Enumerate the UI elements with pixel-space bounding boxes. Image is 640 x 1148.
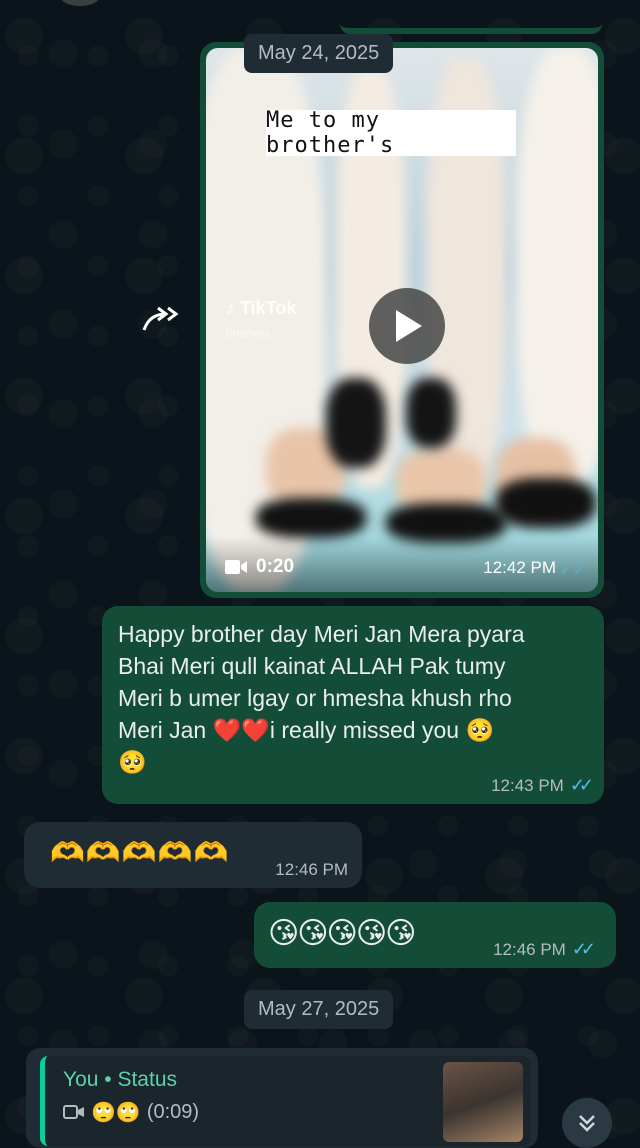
- date-separator: May 27, 2025: [244, 990, 394, 1029]
- video-duration: 0:20: [224, 556, 294, 578]
- message-text: 😘😘😘😘😘: [268, 916, 416, 951]
- heart-emoji: ❤️❤️: [212, 718, 270, 744]
- status-quote[interactable]: You • Status 🙄🙄 (0:09): [40, 1056, 531, 1146]
- forward-icon[interactable]: [138, 300, 182, 340]
- video-thumbnail[interactable]: Me to my brother's ♪ TikTok brothers 0:2…: [206, 48, 598, 592]
- message-meta: 12:43 PM ✓✓: [491, 775, 594, 796]
- message-timestamp: 12:43 PM: [491, 775, 564, 795]
- status-reply-bubble[interactable]: You • Status 🙄🙄 (0:09): [26, 1048, 538, 1148]
- message-timestamp: 12:46 PM: [275, 860, 348, 879]
- outgoing-message-bubble[interactable]: 😘😘😘😘😘 12:46 PM ✓✓: [254, 902, 616, 968]
- tiktok-watermark-sub: brothers: [226, 326, 271, 340]
- tiktok-note-icon: ♪: [226, 298, 235, 318]
- date-separator: May 24, 2025: [244, 34, 394, 73]
- message-meta: 12:46 PM ✓✓: [493, 939, 596, 960]
- status-quote-details: 🙄🙄 (0:09): [63, 1100, 199, 1124]
- video-message-bubble[interactable]: Me to my brother's ♪ TikTok brothers 0:2…: [200, 42, 604, 598]
- double-check-icon: ✓✓: [559, 562, 586, 579]
- video-camera-icon: [225, 560, 247, 574]
- outgoing-message-bubble[interactable]: Happy brother day Meri Jan Mera pyara Bh…: [102, 606, 604, 804]
- scroll-to-bottom-button[interactable]: [562, 1098, 612, 1148]
- double-check-icon: ✓✓: [571, 939, 596, 959]
- incoming-message-bubble[interactable]: 🫶🫶🫶🫶🫶 12:46 PM: [24, 822, 362, 888]
- chevron-double-down-icon: [579, 1115, 595, 1132]
- double-check-icon: ✓✓: [569, 775, 594, 795]
- video-camera-icon: [63, 1105, 84, 1119]
- status-quote-title: You • Status: [63, 1068, 177, 1091]
- video-timestamp: 12:42 PM: [483, 558, 556, 577]
- message-text: Happy brother day Meri Jan Mera pyara Bh…: [118, 621, 525, 776]
- video-caption: Me to my brother's: [266, 108, 516, 158]
- message-text: 🫶🫶🫶🫶🫶: [50, 836, 230, 869]
- play-icon: [396, 310, 422, 342]
- status-thumbnail: [443, 1062, 523, 1142]
- previous-bubble-edge: [340, 0, 602, 34]
- play-button[interactable]: [369, 288, 445, 364]
- tiktok-watermark: ♪ TikTok: [226, 298, 297, 318]
- message-timestamp: 12:46 PM: [493, 939, 566, 959]
